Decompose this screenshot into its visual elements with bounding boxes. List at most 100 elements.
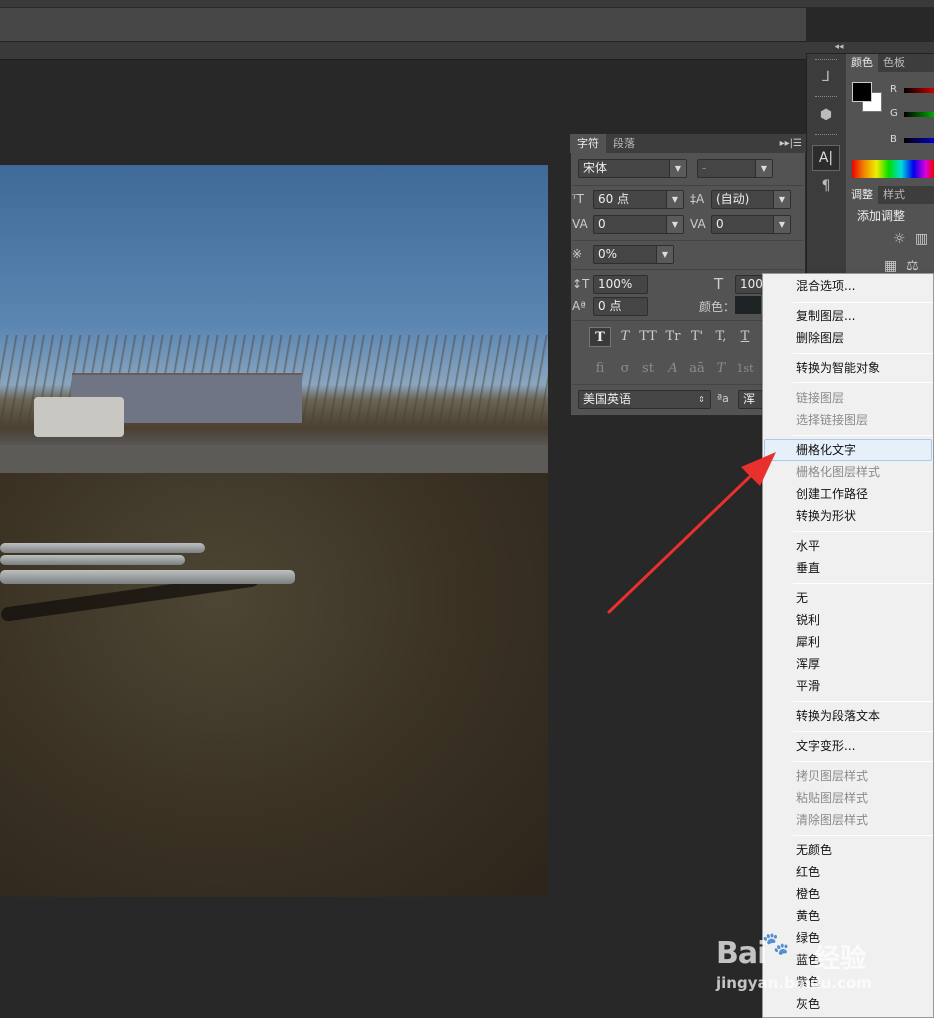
- all-caps-button[interactable]: TT: [637, 327, 659, 347]
- faux-italic-button[interactable]: T: [614, 327, 636, 347]
- grip-icon: [815, 59, 837, 62]
- color-label: 颜色：: [699, 300, 736, 314]
- language-select[interactable]: 美国英语 ⇕: [578, 390, 711, 409]
- baseline-shift-input[interactable]: 0 点: [593, 297, 648, 316]
- tracking-icon: VA: [690, 217, 706, 231]
- menu-separator: [793, 382, 933, 383]
- channel-mixer-icon[interactable]: ▦: [884, 258, 897, 274]
- anti-alias-select[interactable]: 浑: [738, 390, 764, 409]
- menu-item-antialias-strong[interactable]: 浑厚: [764, 653, 933, 675]
- kerning-input[interactable]: 0 ▼: [593, 215, 684, 234]
- vertical-scale-input[interactable]: 100%: [593, 275, 648, 294]
- menu-separator: [793, 701, 933, 702]
- history-icon[interactable]: ⅃: [812, 64, 840, 90]
- titling-alternates-button[interactable]: T: [710, 359, 732, 379]
- menu-item-no-color[interactable]: 无颜色: [764, 839, 933, 861]
- menu-item-antialias-crisp[interactable]: 犀利: [764, 631, 933, 653]
- menu-item-convert-paragraph-text[interactable]: 转换为段落文本: [764, 705, 933, 727]
- channel-r-slider[interactable]: [904, 88, 934, 93]
- stylistic-alternates-button[interactable]: aā: [686, 359, 708, 379]
- menu-item-convert-to-shape[interactable]: 转换为形状: [764, 505, 933, 527]
- leading-input[interactable]: (自动) ▼: [711, 190, 791, 209]
- superscript-button[interactable]: T': [686, 327, 708, 347]
- chevron-down-icon: ▼: [669, 160, 686, 177]
- menu-item-orange[interactable]: 橙色: [764, 883, 933, 905]
- menu-item-delete-layer[interactable]: 删除图层: [764, 327, 933, 349]
- tab-character[interactable]: 字符: [570, 134, 606, 153]
- vertical-scale-icon: ↕T: [572, 277, 590, 291]
- menu-item-yellow[interactable]: 黄色: [764, 905, 933, 927]
- menu-item-vertical[interactable]: 垂直: [764, 557, 933, 579]
- paragraph-panel-icon[interactable]: ¶: [812, 173, 840, 199]
- chevron-down-icon: ▼: [666, 216, 683, 233]
- language-value: 美国英语: [583, 392, 632, 406]
- tsume-input[interactable]: 0% ▼: [593, 245, 674, 264]
- faux-bold-button[interactable]: T: [589, 327, 611, 347]
- menu-item-duplicate-layer[interactable]: 复制图层...: [764, 305, 933, 327]
- menu-item-antialias-none[interactable]: 无: [764, 587, 933, 609]
- watermark-brand: Bai: [716, 936, 767, 971]
- adjust-panel-tabs: 调整 样式: [846, 186, 934, 204]
- menu-item-antialias-sharp[interactable]: 锐利: [764, 609, 933, 631]
- tab-color[interactable]: 颜色: [846, 54, 878, 72]
- menu-item-blending-options[interactable]: 混合选项...: [764, 275, 933, 297]
- layer-context-menu: 混合选项... 复制图层... 删除图层 转换为智能对象 链接图层 选择链接图层…: [762, 273, 934, 1018]
- swash-button[interactable]: A: [662, 359, 684, 379]
- small-caps-button[interactable]: Tr: [662, 327, 684, 347]
- brightness-icon[interactable]: ☼: [893, 231, 906, 247]
- divider: [572, 269, 804, 270]
- anti-alias-icon: ªa: [717, 392, 729, 405]
- menu-item-horizontal[interactable]: 水平: [764, 535, 933, 557]
- menu-item-copy-layer-style: 拷贝图层样式: [796, 769, 869, 783]
- menu-item-red[interactable]: 红色: [764, 861, 933, 883]
- tab-adjustments[interactable]: 调整: [846, 186, 878, 204]
- foreground-color-swatch[interactable]: [852, 82, 872, 102]
- menu-separator: [793, 531, 933, 532]
- menu-item-rasterize-type[interactable]: 栅格化文字: [764, 439, 932, 461]
- ligature-button[interactable]: fi: [589, 359, 611, 379]
- menu-item-warp-text[interactable]: 文字变形...: [764, 735, 933, 757]
- menu-item-paste-layer-style: 粘贴图层样式: [796, 791, 869, 805]
- font-style-select[interactable]: - ▼: [697, 159, 773, 178]
- tab-styles[interactable]: 样式: [878, 186, 910, 204]
- chevron-down-icon: ▼: [755, 160, 772, 177]
- menu-separator: [793, 835, 933, 836]
- channel-b-slider[interactable]: [904, 138, 934, 143]
- character-panel-icon[interactable]: A|: [812, 145, 840, 171]
- ordinals-button[interactable]: 1st: [734, 359, 756, 379]
- horizontal-scale-input[interactable]: 100%: [735, 275, 765, 294]
- 3d-cube-icon[interactable]: ⬢: [812, 102, 840, 128]
- tracking-value: 0: [716, 217, 724, 231]
- options-bar: [0, 8, 806, 42]
- add-adjustment-title: 添加调整: [857, 209, 906, 223]
- tab-swatches[interactable]: 色板: [878, 54, 910, 72]
- tracking-input[interactable]: 0 ▼: [711, 215, 791, 234]
- color-spectrum-bar[interactable]: [852, 160, 934, 178]
- channel-g-slider[interactable]: [904, 112, 934, 117]
- canvas-photo[interactable]: [0, 165, 548, 897]
- underline-button[interactable]: T: [734, 327, 756, 347]
- collapse-arrows-icon[interactable]: ◂◂: [832, 41, 846, 53]
- panel-menu-icon[interactable]: ▸▸|☰: [762, 134, 806, 153]
- menu-item-antialias-smooth[interactable]: 平滑: [764, 675, 933, 697]
- levels-icon[interactable]: ▥: [915, 231, 928, 247]
- channel-r-label: R: [890, 84, 897, 95]
- tab-paragraph[interactable]: 段落: [606, 134, 642, 153]
- chevron-down-icon: ▼: [773, 216, 790, 233]
- contextual-alternates-button[interactable]: σ: [614, 359, 636, 379]
- font-size-input[interactable]: 60 点 ▼: [593, 190, 684, 209]
- menu-item-create-work-path[interactable]: 创建工作路径: [764, 483, 933, 505]
- chevron-down-icon: ▼: [773, 191, 790, 208]
- text-color-swatch[interactable]: [735, 296, 761, 314]
- paw-logo-icon: 🐾: [762, 932, 790, 957]
- divider: [572, 240, 804, 241]
- photo-ground: [0, 473, 548, 897]
- vertical-scale-value: 100%: [598, 277, 633, 291]
- subscript-button[interactable]: T,: [710, 327, 732, 347]
- tsume-value: 0%: [598, 247, 618, 261]
- discretionary-ligature-button[interactable]: st: [637, 359, 659, 379]
- menu-item-convert-smart-object[interactable]: 转换为智能对象: [764, 357, 933, 379]
- font-size-icon: ᵀT: [572, 192, 584, 206]
- font-family-select[interactable]: 宋体 ▼: [578, 159, 687, 178]
- balance-icon[interactable]: ⚖: [906, 258, 919, 274]
